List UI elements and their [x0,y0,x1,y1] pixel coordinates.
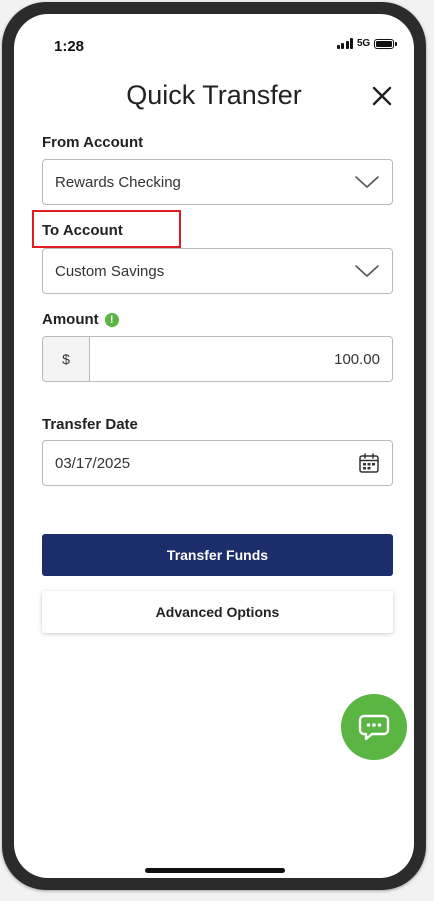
transfer-date-value: 03/17/2025 [55,454,131,472]
from-account-label: From Account [42,134,144,151]
transfer-date-label: Transfer Date [42,416,138,433]
calendar-icon[interactable] [358,452,380,474]
phone-frame: 1:28 5G Quick Transfer From Account Rewa… [2,2,426,890]
to-account-select[interactable]: Custom Savings [42,248,393,294]
amount-field: $ 100.00 [42,336,393,382]
chevron-down-icon [355,176,379,188]
stage: 1:28 5G Quick Transfer From Account Rewa… [0,0,434,901]
chevron-down-icon [355,265,379,277]
phone-screen: 1:28 5G Quick Transfer From Account Rewa… [14,14,414,878]
info-icon[interactable]: ! [104,313,119,327]
signal-bars-icon [336,38,354,49]
to-account-label: To Account [42,222,123,239]
currency-prefix: $ [43,337,90,381]
transfer-funds-button[interactable]: Transfer Funds [42,534,393,576]
transfer-date-field[interactable]: 03/17/2025 [42,440,393,486]
amount-label-row: Amount! [42,311,119,328]
battery-icon [374,38,397,49]
status-time: 1:28 [54,38,85,55]
amount-label: Amount [42,311,99,328]
to-account-value: Custom Savings [55,262,165,280]
home-indicator[interactable] [145,868,285,873]
advanced-options-button[interactable]: Advanced Options [42,591,393,633]
close-icon[interactable] [370,84,394,108]
from-account-select[interactable]: Rewards Checking [42,159,393,205]
amount-input[interactable]: 100.00 [90,351,392,368]
chat-button[interactable] [341,694,407,760]
status-indicators: 5G [336,38,397,49]
page-title: Quick Transfer [126,80,302,110]
from-account-value: Rewards Checking [55,173,181,191]
chat-bubble-icon [358,714,390,741]
network-type: 5G [357,38,370,49]
